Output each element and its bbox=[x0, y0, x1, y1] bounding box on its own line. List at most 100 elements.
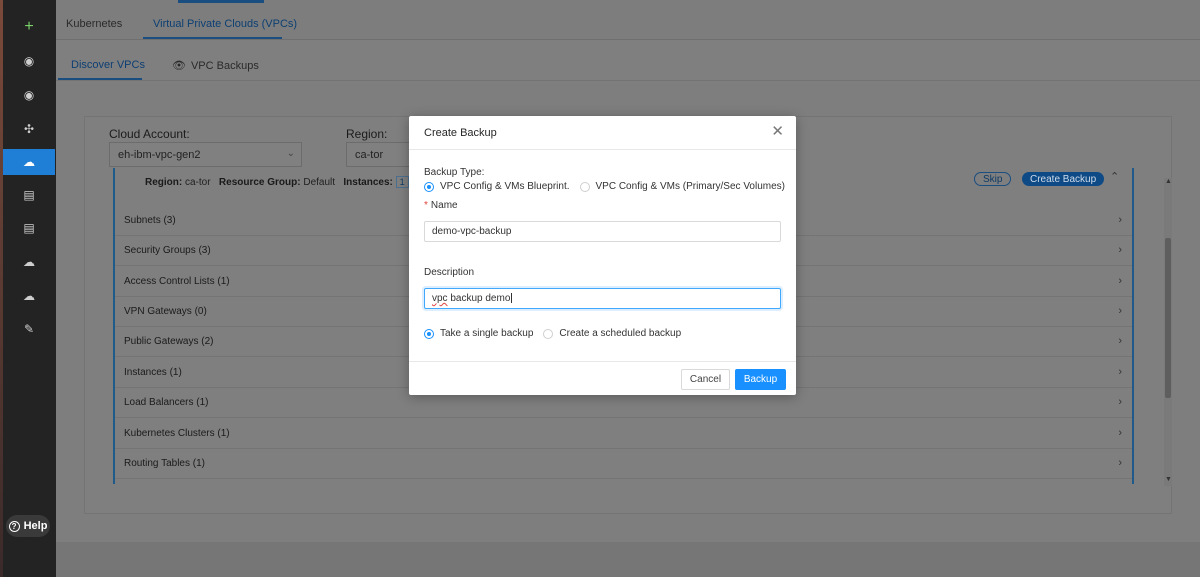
resource-label: VPN Gateways (0) bbox=[124, 306, 207, 317]
top-tab-bar: Kubernetes Virtual Private Clouds (VPCs) bbox=[56, 0, 1200, 40]
description-rest: backup demo bbox=[447, 293, 511, 304]
create-backup-button[interactable]: Create Backup bbox=[1022, 172, 1105, 186]
resource-label: Security Groups (3) bbox=[124, 245, 211, 256]
text-caret bbox=[511, 293, 513, 304]
scroll-up-icon[interactable]: ▲ bbox=[1165, 178, 1172, 185]
backup-button[interactable]: Backup bbox=[735, 369, 786, 390]
chevron-right-icon: › bbox=[1118, 335, 1122, 347]
eye-icon: 👁 bbox=[172, 60, 186, 72]
name-input[interactable]: demo-vpc-backup bbox=[424, 221, 781, 242]
top-indicator bbox=[178, 0, 264, 3]
chevron-right-icon: › bbox=[1118, 427, 1122, 439]
skip-label: Skip bbox=[983, 173, 1003, 185]
tab-vpc-backups[interactable]: 👁 VPC Backups bbox=[172, 59, 259, 73]
close-icon[interactable]: ✕ bbox=[771, 124, 784, 139]
name-label: * Name bbox=[424, 200, 458, 211]
summary-rg-value: Default bbox=[303, 177, 336, 188]
sidebar-item-cloud-backup[interactable]: ☁ bbox=[3, 149, 55, 175]
cloud-sync-icon: ☁ bbox=[23, 255, 35, 269]
cloud-account-select[interactable]: eh-ibm-vpc-gen2 ⌄ bbox=[109, 142, 302, 167]
radio-single-backup[interactable] bbox=[424, 328, 434, 339]
database-icon: ▤ bbox=[23, 188, 35, 202]
sub-tab-bar: Discover VPCs 👁 VPC Backups bbox=[56, 41, 1200, 81]
tab-vpc-backups-label: VPC Backups bbox=[190, 59, 259, 72]
question-icon: ? bbox=[8, 520, 20, 532]
resource-label: Routing Tables (1) bbox=[124, 458, 205, 469]
resource-label: Instances (1) bbox=[124, 367, 182, 378]
help-button[interactable]: ? Help bbox=[6, 515, 50, 537]
sidebar-item-network[interactable]: ✣ bbox=[3, 116, 55, 142]
radio-single-backup-label: Take a single backup bbox=[440, 328, 534, 339]
chevron-right-icon: › bbox=[1118, 244, 1122, 256]
backup-type-group: VPC Config & VMs Blueprint. VPC Config &… bbox=[424, 181, 785, 192]
cloud-backup-icon: ☁ bbox=[23, 155, 35, 169]
cancel-label: Cancel bbox=[689, 374, 722, 385]
modal-footer: Cancel Backup bbox=[409, 361, 796, 395]
dashboard-icon: ◉ bbox=[23, 54, 35, 68]
resource-label: Subnets (3) bbox=[124, 215, 176, 226]
summary-instances-label: Instances: bbox=[343, 177, 393, 188]
cancel-button[interactable]: Cancel bbox=[681, 369, 730, 390]
description-label: Description bbox=[424, 267, 475, 278]
chevron-right-icon: › bbox=[1118, 457, 1122, 469]
compass-icon: ◉ bbox=[23, 88, 35, 102]
radio-primary-sec[interactable] bbox=[579, 181, 590, 192]
vpc-summary: Region: ca-tor Resource Group: Default I… bbox=[145, 176, 424, 188]
resource-label: Kubernetes Clusters (1) bbox=[124, 428, 230, 439]
chevron-right-icon: › bbox=[1118, 366, 1122, 378]
cloud-account-value: eh-ibm-vpc-gen2 bbox=[118, 149, 201, 161]
schedule-group: Take a single backup Create a scheduled … bbox=[424, 328, 681, 339]
backup-label: Backup bbox=[743, 374, 778, 385]
modal-title: Create Backup bbox=[424, 127, 497, 139]
collapse-icon[interactable]: ⌃ bbox=[1110, 170, 1119, 183]
tab-kubernetes[interactable]: Kubernetes bbox=[66, 18, 122, 30]
sidebar-item-explore[interactable]: ◉ bbox=[3, 82, 55, 108]
sidebar-item-add[interactable]: + bbox=[3, 14, 55, 40]
sidebar-item-settings[interactable]: ✎ bbox=[3, 316, 55, 342]
sidebar-item-database[interactable]: ▤ bbox=[3, 182, 55, 208]
cloud-account-label: Cloud Account: bbox=[109, 127, 190, 141]
tab-discover-vpcs[interactable]: Discover VPCs bbox=[71, 59, 145, 71]
sidebar-item-cloud-sync[interactable]: ☁ bbox=[3, 249, 55, 275]
help-label: Help bbox=[23, 520, 48, 532]
sidebar-item-cloud[interactable]: ☁ bbox=[3, 283, 55, 309]
description-input[interactable]: vpc backup demo bbox=[424, 288, 781, 309]
scroll-down-icon[interactable]: ▼ bbox=[1165, 476, 1172, 483]
skip-button[interactable]: Skip bbox=[974, 172, 1012, 186]
scrollbar-thumb[interactable] bbox=[1165, 238, 1171, 398]
tab-discover-vpcs-label: Discover VPCs bbox=[71, 59, 145, 71]
radio-primary-sec-label: VPC Config & VMs (Primary/Sec Volumes) bbox=[595, 181, 786, 192]
summary-region-label: Region: bbox=[145, 177, 183, 188]
required-marker: * bbox=[424, 200, 428, 211]
tab-vpcs[interactable]: Virtual Private Clouds (VPCs) bbox=[153, 18, 297, 30]
name-input-value: demo-vpc-backup bbox=[432, 226, 512, 237]
resource-label: Access Control Lists (1) bbox=[124, 276, 230, 287]
network-icon: ✣ bbox=[23, 122, 35, 136]
create-backup-label: Create Backup bbox=[1030, 173, 1097, 185]
summary-rg-label: Resource Group: bbox=[218, 177, 301, 188]
radio-blueprint-label: VPC Config & VMs Blueprint. bbox=[440, 181, 570, 192]
cloud-icon: ☁ bbox=[23, 289, 35, 303]
radio-scheduled-backup[interactable] bbox=[543, 328, 554, 339]
radio-blueprint[interactable] bbox=[424, 181, 434, 192]
server-icon: ▤ bbox=[23, 221, 35, 235]
sidebar-item-server[interactable]: ▤ bbox=[3, 215, 55, 241]
modal-header: Create Backup ✕ bbox=[409, 116, 796, 150]
resource-row[interactable]: Kubernetes Clusters (1) › bbox=[115, 419, 1132, 449]
region-value: ca-tor bbox=[355, 149, 384, 161]
instances-badge: 1 bbox=[395, 176, 409, 188]
bottom-strip bbox=[56, 542, 1200, 577]
chevron-right-icon: › bbox=[1118, 305, 1122, 317]
subtab-underline bbox=[58, 78, 142, 80]
create-backup-modal: Create Backup ✕ Backup Type: VPC Config … bbox=[409, 116, 796, 395]
resource-row[interactable]: Routing Tables (1) › bbox=[115, 449, 1132, 479]
chevron-down-icon: ⌄ bbox=[286, 148, 295, 159]
chevron-right-icon: › bbox=[1118, 396, 1122, 408]
name-label-text: Name bbox=[430, 200, 458, 211]
resource-label: Public Gateways (2) bbox=[124, 336, 214, 347]
chevron-right-icon: › bbox=[1118, 214, 1122, 226]
sidebar-item-dashboard[interactable]: ◉ bbox=[3, 48, 55, 74]
left-sidebar: + ◉ ◉ ✣ ☁ ▤ ▤ ☁ ☁ ✎ ? Help bbox=[0, 0, 56, 577]
description-word-misspelled: vpc bbox=[432, 293, 448, 304]
resource-label: Load Balancers (1) bbox=[124, 397, 209, 408]
